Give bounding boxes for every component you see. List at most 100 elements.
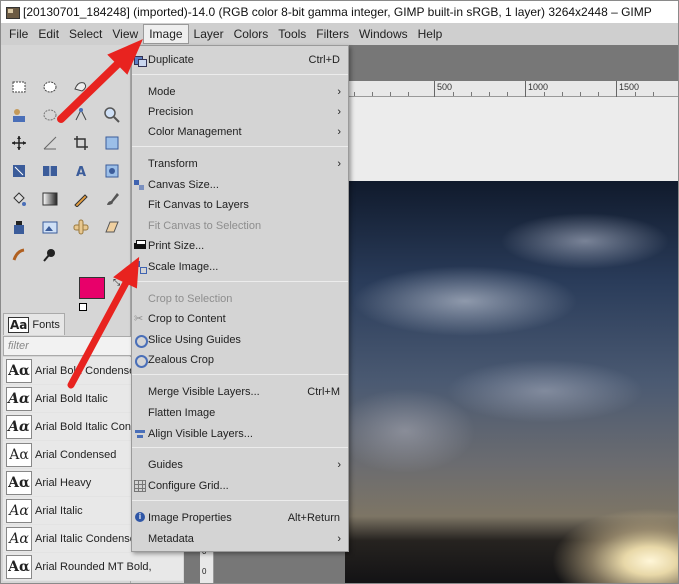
warp-transform-icon[interactable] bbox=[7, 159, 31, 183]
menu-windows[interactable]: Windows bbox=[354, 24, 413, 44]
font-list-item[interactable]: Aα Arial Rounded MT Bold, bbox=[3, 553, 183, 581]
menu-item-canvas-size[interactable]: Canvas Size... bbox=[132, 175, 348, 195]
paintbrush-icon[interactable] bbox=[100, 187, 124, 211]
paths-icon[interactable] bbox=[69, 103, 93, 127]
menu-item-merge-visible-layers[interactable]: Merge Visible Layers... Ctrl+M bbox=[132, 382, 348, 402]
menu-item-image-properties[interactable]: Image Properties Alt+Return bbox=[132, 508, 348, 528]
menu-item-print-size[interactable]: Print Size... bbox=[132, 236, 348, 256]
heal-icon[interactable] bbox=[69, 215, 93, 239]
align-icon bbox=[134, 428, 146, 440]
submenu-arrow-icon: › bbox=[337, 126, 341, 138]
menu-item-slice-using-guides[interactable]: Slice Using Guides bbox=[132, 330, 348, 350]
submenu-arrow-icon: › bbox=[337, 106, 341, 118]
menu-item-label: Fit Canvas to Selection bbox=[148, 220, 262, 232]
pencil-icon[interactable] bbox=[69, 187, 93, 211]
menu-colors[interactable]: Colors bbox=[229, 24, 274, 44]
title-bar: [20130701_184248] (imported)-14.0 (RGB c… bbox=[1, 1, 678, 23]
menu-item-configure-grid[interactable]: Configure Grid... bbox=[132, 476, 348, 496]
font-preview-icon: Aα bbox=[6, 498, 32, 523]
smudge-icon[interactable] bbox=[7, 243, 31, 267]
menu-item-transform[interactable]: Transform › bbox=[132, 154, 348, 174]
free-select-icon[interactable] bbox=[69, 75, 93, 99]
font-name: Arial Bold Italic Conde bbox=[35, 420, 144, 433]
menu-separator bbox=[132, 447, 348, 448]
image-canvas-photo[interactable] bbox=[345, 181, 678, 583]
menu-item-label: Slice Using Guides bbox=[148, 334, 241, 346]
bucket-fill-icon[interactable] bbox=[7, 187, 31, 211]
ink-icon[interactable] bbox=[7, 215, 31, 239]
measure-icon[interactable] bbox=[38, 131, 62, 155]
gradient-icon[interactable] bbox=[38, 187, 62, 211]
print-size-icon bbox=[134, 240, 146, 252]
menu-item-duplicate[interactable]: Duplicate Ctrl+D bbox=[132, 50, 348, 70]
menu-item-shortcut: Alt+Return bbox=[287, 512, 340, 524]
foreground-color-swatch[interactable] bbox=[79, 277, 105, 299]
menu-separator bbox=[132, 281, 348, 282]
ruler-label: 0 bbox=[202, 567, 207, 576]
menu-item-zealous-crop[interactable]: Zealous Crop bbox=[132, 350, 348, 370]
color-swatches[interactable]: ⤡ bbox=[79, 277, 123, 317]
menu-item-label: Metadata bbox=[148, 533, 194, 545]
menu-item-label: Zealous Crop bbox=[148, 354, 215, 366]
svg-text:A: A bbox=[76, 165, 86, 179]
foreground-select-icon[interactable] bbox=[7, 103, 31, 127]
menu-view[interactable]: View bbox=[107, 24, 143, 44]
ellipse-select-icon[interactable] bbox=[38, 75, 62, 99]
perspective-clone-icon[interactable] bbox=[100, 215, 124, 239]
swap-colors-icon[interactable]: ⤡ bbox=[113, 277, 120, 288]
menu-image[interactable]: Image bbox=[143, 24, 189, 44]
gimp-app-icon bbox=[5, 5, 20, 19]
menu-separator bbox=[132, 374, 348, 375]
menu-item-label: Precision bbox=[148, 106, 194, 118]
zoom-icon[interactable] bbox=[100, 103, 124, 127]
menu-item-crop-to-content[interactable]: ✂ Crop to Content bbox=[132, 309, 348, 329]
menu-item-align-visible-layers[interactable]: Align Visible Layers... bbox=[132, 424, 348, 444]
menu-item-label: Image Properties bbox=[148, 512, 232, 524]
flip-icon[interactable] bbox=[38, 159, 62, 183]
crop-icon: ✂ bbox=[134, 313, 144, 325]
menu-layer[interactable]: Layer bbox=[189, 24, 229, 44]
menu-item-label: Duplicate bbox=[148, 54, 194, 66]
menu-item-label: Configure Grid... bbox=[148, 480, 229, 492]
default-colors-icon[interactable] bbox=[79, 303, 87, 311]
fonts-tab-icon: Aa bbox=[8, 316, 30, 333]
menu-item-label: Transform bbox=[148, 158, 198, 170]
menu-item-label: Align Visible Layers... bbox=[148, 428, 253, 440]
text-tool-icon[interactable]: A bbox=[69, 159, 93, 183]
menu-item-flatten-image[interactable]: Flatten Image bbox=[132, 403, 348, 423]
cage-transform-icon[interactable] bbox=[100, 159, 124, 183]
font-preview-icon: Aα bbox=[6, 526, 32, 551]
font-name: Arial Condensed bbox=[35, 448, 117, 461]
menu-bar: File Edit Select View Image Layer Colors… bbox=[1, 23, 678, 45]
menu-select[interactable]: Select bbox=[64, 24, 107, 44]
menu-tools[interactable]: Tools bbox=[273, 24, 311, 44]
submenu-arrow-icon: › bbox=[337, 86, 341, 98]
ruler-label: 1500 bbox=[619, 82, 640, 92]
clone-icon[interactable] bbox=[38, 215, 62, 239]
move-icon[interactable] bbox=[7, 131, 31, 155]
ruler-label: 500 bbox=[437, 82, 453, 92]
menu-item-mode[interactable]: Mode › bbox=[132, 82, 348, 102]
duplicate-icon bbox=[134, 54, 147, 67]
menu-item-metadata[interactable]: Metadata › bbox=[132, 529, 348, 549]
menu-file[interactable]: File bbox=[4, 24, 33, 44]
menu-item-label: Guides bbox=[148, 459, 183, 471]
menu-help[interactable]: Help bbox=[413, 24, 448, 44]
menu-item-scale-image[interactable]: Scale Image... bbox=[132, 257, 348, 277]
guides-icon bbox=[134, 354, 148, 368]
info-icon bbox=[134, 512, 146, 524]
menu-item-guides[interactable]: Guides › bbox=[132, 455, 348, 475]
unified-transform-icon[interactable] bbox=[100, 131, 124, 155]
menu-item-precision[interactable]: Precision › bbox=[132, 102, 348, 122]
menu-edit[interactable]: Edit bbox=[33, 24, 64, 44]
submenu-arrow-icon: › bbox=[337, 533, 341, 545]
menu-item-color-management[interactable]: Color Management › bbox=[132, 122, 348, 142]
crop-tool-icon[interactable] bbox=[69, 131, 93, 155]
dodge-burn-icon[interactable] bbox=[38, 243, 62, 267]
rect-select-icon[interactable] bbox=[7, 75, 31, 99]
menu-item-fit-canvas-to-layers[interactable]: Fit Canvas to Layers bbox=[132, 195, 348, 215]
tab-fonts[interactable]: Aa Fonts bbox=[3, 313, 65, 335]
menu-filters[interactable]: Filters bbox=[311, 24, 354, 44]
fuzzy-select-icon[interactable] bbox=[38, 103, 62, 127]
menu-item-label: Scale Image... bbox=[148, 261, 219, 273]
